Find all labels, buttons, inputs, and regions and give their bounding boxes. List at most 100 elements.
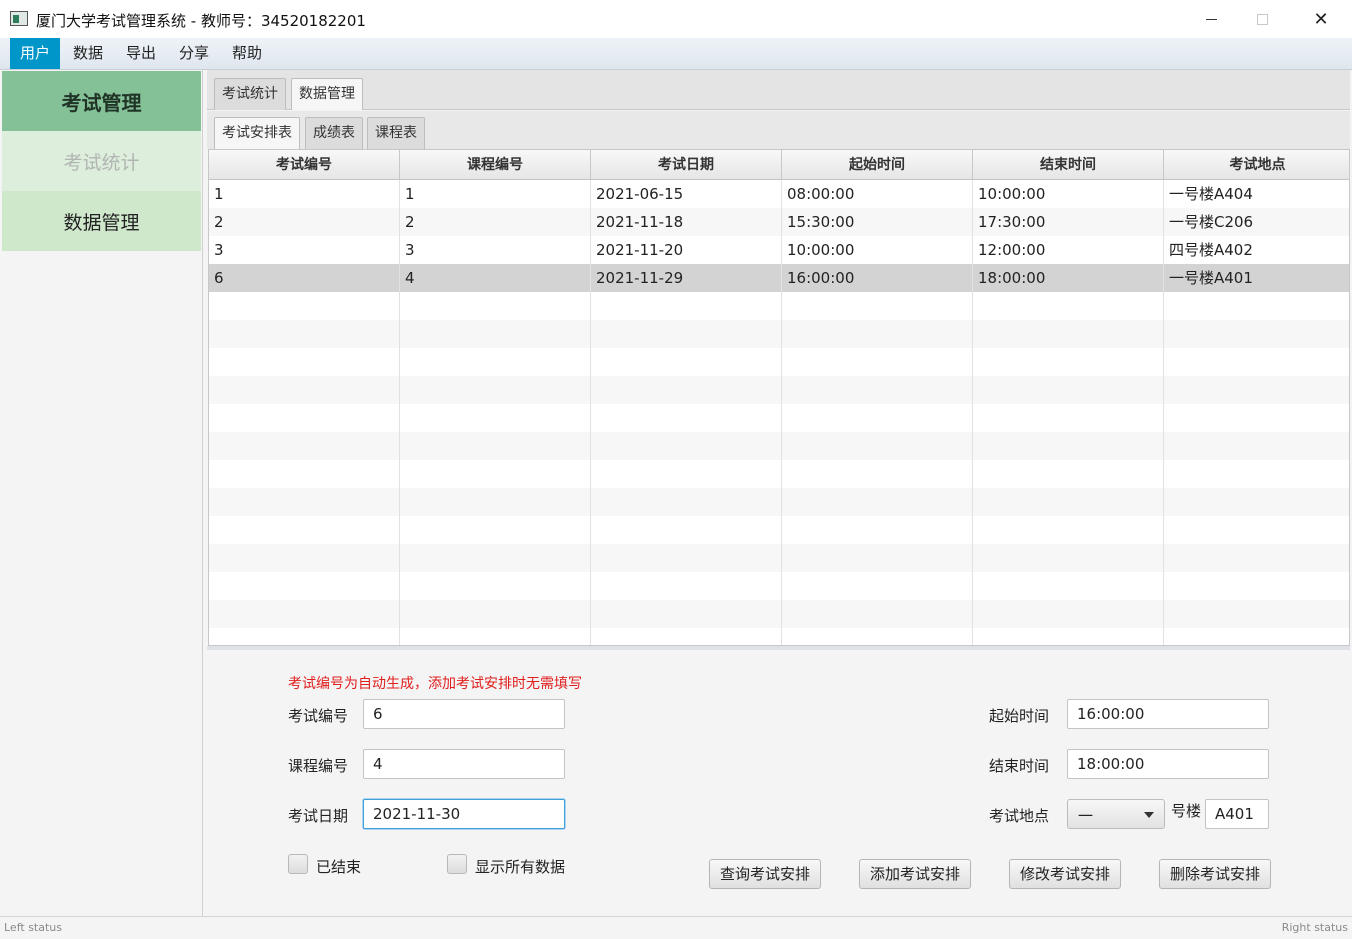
menu-data[interactable]: 数据 <box>63 38 113 69</box>
start-time-cell <box>782 628 973 645</box>
exam-date-cell <box>591 348 782 376</box>
exam-date-cell: 2021-11-20 <box>591 236 782 264</box>
location-cell: 四号楼A402 <box>1169 241 1253 259</box>
end-time-input[interactable] <box>1067 749 1269 779</box>
course-id-cell <box>400 572 591 600</box>
show-all-checkbox[interactable] <box>447 854 467 874</box>
exam-id-input[interactable] <box>363 699 565 729</box>
table-row[interactable]: 3 3 2021-11-20 10:00:00 12:00:00 四号楼A402 <box>209 236 1349 264</box>
exam-form: 考试编号为自动生成，添加考试安排时无需填写 考试编号 课程编号 考试日期 起始时… <box>207 646 1350 916</box>
location-cell: 一号楼A401 <box>1169 269 1253 287</box>
tab-data-management[interactable]: 数据管理 <box>291 78 363 110</box>
menu-share[interactable]: 分享 <box>169 38 219 69</box>
room-input[interactable] <box>1205 799 1269 829</box>
chevron-down-icon <box>1144 812 1154 818</box>
sidebar-header[interactable]: 考试管理 <box>2 71 201 131</box>
sidebar-item-data-management[interactable]: 数据管理 <box>2 191 201 251</box>
start-time-cell <box>782 348 973 376</box>
exam-id-cell <box>209 628 400 645</box>
tab-grades[interactable]: 成绩表 <box>305 117 363 149</box>
table-row[interactable]: 6 4 2021-11-29 16:00:00 18:00:00 一号楼A401 <box>209 264 1349 292</box>
start-time-cell: 10:00:00 <box>782 236 973 264</box>
exam-id-cell <box>209 404 400 432</box>
building-select[interactable]: 一 <box>1067 799 1165 829</box>
column-header-exam-id[interactable]: 考试编号 <box>209 150 400 180</box>
end-time-cell <box>973 628 1164 645</box>
location-cell: 一号楼A404 <box>1169 185 1253 203</box>
maximize-icon[interactable] <box>1239 0 1285 38</box>
column-header-end-time[interactable]: 结束时间 <box>973 150 1164 180</box>
exam-id-cell <box>209 600 400 628</box>
start-time-label: 起始时间 <box>989 707 1050 725</box>
tab-exam-schedule[interactable]: 考试安排表 <box>214 117 300 149</box>
end-time-cell: 12:00:00 <box>973 236 1164 264</box>
location-cell <box>1164 376 1349 404</box>
end-time-cell <box>973 292 1164 320</box>
exam-date-cell: 2021-06-15 <box>591 180 782 208</box>
finished-checkbox[interactable] <box>288 854 308 874</box>
course-id-cell <box>400 600 591 628</box>
location-cell: 一号楼C206 <box>1169 213 1254 231</box>
location-cell <box>1164 628 1349 645</box>
exam-date-cell <box>591 600 782 628</box>
minimize-icon[interactable] <box>1188 0 1234 38</box>
course-id-input[interactable] <box>363 749 565 779</box>
delete-button[interactable]: 删除考试安排 <box>1159 859 1272 889</box>
empty-table-row <box>209 376 1349 404</box>
table-row[interactable]: 1 1 2021-06-15 08:00:00 10:00:00 一号楼A404 <box>209 180 1349 208</box>
location-cell <box>1164 404 1349 432</box>
sidebar: 考试管理 考试统计 数据管理 <box>0 70 203 916</box>
exam-date-label: 考试日期 <box>288 807 349 825</box>
tab-exam-stats[interactable]: 考试统计 <box>214 78 286 110</box>
course-id-cell <box>400 320 591 348</box>
finished-label: 已结束 <box>316 858 362 876</box>
location-cell <box>1164 572 1349 600</box>
main-panel: 考试统计 数据管理 考试安排表 成绩表 课程表 考试编号 课程编号 考试日期 起… <box>207 70 1350 916</box>
exam-id-cell <box>209 488 400 516</box>
course-id-cell <box>400 432 591 460</box>
exam-id-cell <box>209 320 400 348</box>
modify-button[interactable]: 修改考试安排 <box>1009 859 1122 889</box>
course-id-cell <box>400 628 591 645</box>
sidebar-item-exam-stats[interactable]: 考试统计 <box>2 131 201 191</box>
column-header-exam-date[interactable]: 考试日期 <box>591 150 782 180</box>
start-time-input[interactable] <box>1067 699 1269 729</box>
end-time-cell <box>973 488 1164 516</box>
exam-schedule-table[interactable]: 考试编号 课程编号 考试日期 起始时间 结束时间 考试地点 1 1 2021-06-… <box>208 149 1350 646</box>
empty-table-row <box>209 572 1349 600</box>
close-icon[interactable]: ✕ <box>1298 0 1344 38</box>
add-button[interactable]: 添加考试安排 <box>859 859 972 889</box>
menu-bar: 用户 数据 导出 分享 帮助 <box>0 38 1352 70</box>
menu-help[interactable]: 帮助 <box>222 38 272 69</box>
query-button[interactable]: 查询考试安排 <box>709 859 822 889</box>
course-id-cell <box>400 348 591 376</box>
start-time-cell <box>782 544 973 572</box>
start-time-cell <box>782 488 973 516</box>
start-time-cell: 16:00:00 <box>782 264 973 292</box>
exam-date-cell <box>591 460 782 488</box>
empty-table-row <box>209 516 1349 544</box>
exam-id-cell <box>209 572 400 600</box>
exam-id-cell <box>209 432 400 460</box>
location-cell <box>1164 600 1349 628</box>
exam-id-cell: 2 <box>209 208 400 236</box>
column-header-course-id[interactable]: 课程编号 <box>400 150 591 180</box>
tab-courses[interactable]: 课程表 <box>367 117 425 149</box>
location-cell <box>1164 516 1349 544</box>
exam-date-input[interactable] <box>363 799 565 829</box>
column-header-start-time[interactable]: 起始时间 <box>782 150 973 180</box>
exam-date-cell <box>591 544 782 572</box>
column-header-location[interactable]: 考试地点 <box>1164 150 1349 180</box>
empty-table-row <box>209 432 1349 460</box>
start-time-cell <box>782 292 973 320</box>
exam-date-cell <box>591 320 782 348</box>
menu-export[interactable]: 导出 <box>116 38 166 69</box>
table-row[interactable]: 2 2 2021-11-18 15:30:00 17:30:00 一号楼C206 <box>209 208 1349 236</box>
exam-date-cell <box>591 628 782 645</box>
exam-date-cell <box>591 292 782 320</box>
course-id-label: 课程编号 <box>288 757 349 775</box>
empty-table-row <box>209 404 1349 432</box>
end-time-cell <box>973 376 1164 404</box>
end-time-cell <box>973 572 1164 600</box>
menu-user[interactable]: 用户 <box>10 38 61 69</box>
